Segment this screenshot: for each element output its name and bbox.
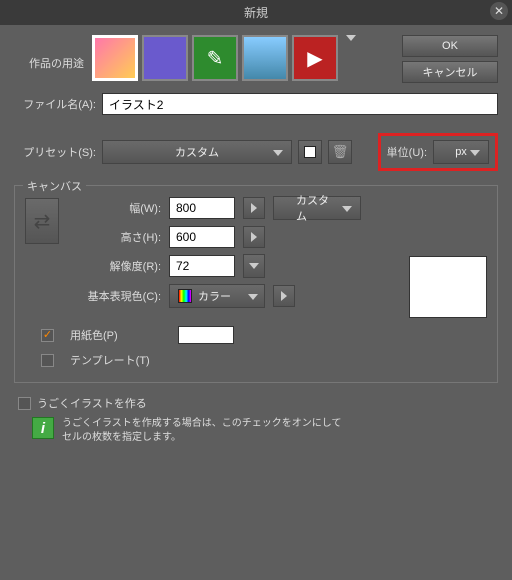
- purpose-dropdown-icon[interactable]: [346, 35, 360, 47]
- purpose-print-icon[interactable]: [242, 35, 288, 81]
- colormode-dropdown[interactable]: カラー: [169, 284, 265, 308]
- purpose-book-icon[interactable]: ✎: [192, 35, 238, 81]
- paper-label: 用紙色(P): [70, 327, 118, 343]
- colormode-arrow-button[interactable]: [273, 285, 295, 307]
- filename-label: ファイル名(A):: [14, 96, 96, 112]
- template-checkbox[interactable]: [41, 354, 54, 367]
- canvas-fieldset: キャンバス ⇄ 幅(W): カスタム 高さ(H):: [14, 185, 498, 383]
- purpose-thumbnails: ✎ ▶: [92, 35, 338, 81]
- purpose-comic-icon[interactable]: [142, 35, 188, 81]
- preset-label: プリセット(S):: [14, 144, 96, 160]
- width-arrow-button[interactable]: [243, 197, 265, 219]
- rotate-button[interactable]: ⇄: [25, 198, 59, 244]
- purpose-animation-icon[interactable]: ▶: [292, 35, 338, 81]
- moving-illust-checkbox[interactable]: [18, 397, 31, 410]
- canvas-preview: [409, 256, 487, 318]
- height-input[interactable]: [169, 226, 235, 248]
- template-label: テンプレート(T): [70, 352, 150, 368]
- unit-label: 単位(U):: [387, 144, 427, 160]
- cancel-button[interactable]: キャンセル: [402, 61, 498, 83]
- resolution-dropdown[interactable]: [243, 254, 265, 278]
- size-preset-dropdown[interactable]: カスタム: [273, 196, 361, 220]
- colormode-label: 基本表現色(C):: [69, 288, 161, 304]
- purpose-illustration-icon[interactable]: [92, 35, 138, 81]
- width-label: 幅(W):: [69, 200, 161, 216]
- info-text: うごくイラストを作成する場合は、このチェックをオンにして セルの枚数を指定します…: [62, 417, 342, 445]
- info-icon: i: [32, 417, 54, 439]
- preset-dropdown[interactable]: カスタム: [102, 140, 292, 164]
- color-stripe-icon: [178, 289, 192, 303]
- filename-input[interactable]: [102, 93, 498, 115]
- trash-icon: 🗑: [332, 144, 349, 160]
- paper-color-swatch[interactable]: [178, 326, 234, 344]
- unit-dropdown[interactable]: px: [433, 140, 489, 164]
- unit-highlight: 単位(U): px: [378, 133, 498, 171]
- dialog-title: 新規: [244, 6, 268, 20]
- height-label: 高さ(H):: [69, 229, 161, 245]
- width-input[interactable]: [169, 197, 235, 219]
- save-preset-button[interactable]: [298, 140, 322, 164]
- resolution-input[interactable]: [169, 255, 235, 277]
- paper-checkbox[interactable]: [41, 329, 54, 342]
- delete-preset-button[interactable]: 🗑: [328, 140, 352, 164]
- ok-button[interactable]: OK: [402, 35, 498, 57]
- canvas-legend: キャンバス: [23, 178, 86, 194]
- close-button[interactable]: ✕: [490, 2, 508, 20]
- moving-illust-label: うごくイラストを作る: [37, 395, 147, 411]
- purpose-label: 作品の用途: [14, 35, 84, 71]
- resolution-label: 解像度(R):: [69, 258, 161, 274]
- height-arrow-button[interactable]: [243, 226, 265, 248]
